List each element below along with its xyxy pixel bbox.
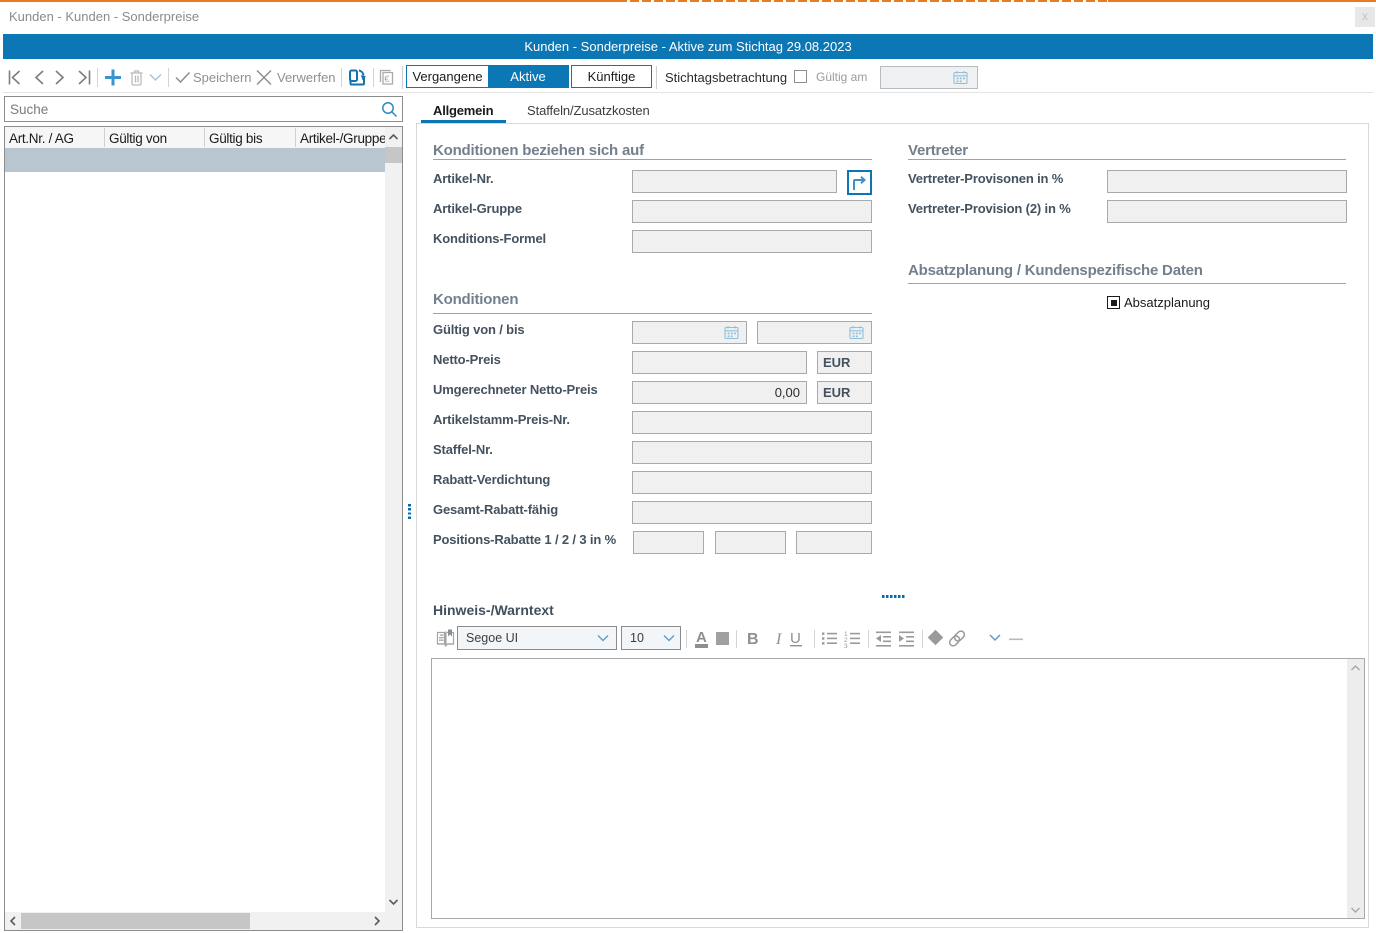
svg-text:A: A — [696, 629, 707, 646]
svg-text:€: € — [384, 74, 390, 85]
svg-text:U: U — [790, 630, 801, 647]
svg-text:3: 3 — [844, 643, 848, 650]
svg-text:B: B — [747, 631, 759, 648]
svg-text:I: I — [775, 631, 782, 648]
